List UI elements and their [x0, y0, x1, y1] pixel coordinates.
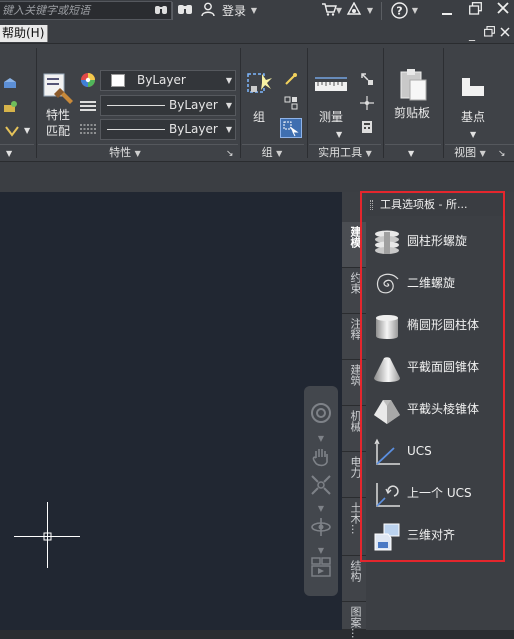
chevron-down-icon[interactable]: ▼: [6, 147, 12, 161]
steering-wheel-icon[interactable]: [310, 402, 332, 424]
panel-title-properties[interactable]: 特性 ▼: [90, 145, 160, 161]
group-edit-icon[interactable]: [284, 96, 298, 114]
color-wheel-icon[interactable]: [80, 72, 96, 88]
lineweight-value: ByLayer: [169, 122, 218, 136]
title-bar: 键入关键字或短语 登录 ▼ ▼ ▼ ? ▼: [0, 0, 514, 22]
chevron-down-icon: ▼: [134, 149, 141, 158]
clipboard-icon[interactable]: [398, 68, 428, 102]
quick-select-icon[interactable]: [360, 72, 374, 90]
panel-divider: [240, 48, 241, 158]
panel-footer: [0, 144, 34, 145]
highlight-box: [360, 191, 505, 562]
match-properties-label-1[interactable]: 特性: [40, 108, 76, 122]
panel-divider: [36, 48, 37, 158]
layer-state-icon[interactable]: [2, 100, 18, 118]
chevron-down-icon[interactable]: ▼: [335, 2, 343, 20]
chevron-down-icon: ▼: [225, 101, 232, 110]
chevron-down-icon: ▼: [479, 149, 486, 158]
ribbon: ▼ ▼ 特性 匹配 ByLayer ▼ ByLayer ▼ ByLayer ▼ …: [0, 44, 514, 162]
help-icon[interactable]: ?: [390, 2, 408, 20]
group-label[interactable]: 组: [248, 110, 270, 124]
linetype-dropdown[interactable]: ByLayer ▼: [100, 95, 236, 116]
panel-launcher-icon[interactable]: ↘: [498, 147, 506, 161]
panel-title-utilities[interactable]: 实用工具 ▼: [310, 145, 380, 161]
search-input[interactable]: 键入关键字或短语: [0, 1, 172, 20]
match-properties-label-2[interactable]: 匹配: [40, 124, 76, 138]
line-preview: [107, 105, 165, 106]
color-value: ByLayer: [137, 73, 186, 87]
svg-text:?: ?: [396, 5, 402, 18]
zoom-extents-icon[interactable]: [310, 474, 332, 496]
divider: [381, 2, 382, 20]
tab-hatches[interactable]: 图案...: [342, 602, 366, 639]
lineweight-dropdown[interactable]: ByLayer ▼: [100, 119, 236, 140]
orbit-icon[interactable]: [310, 516, 332, 538]
chevron-down-icon: ▼: [365, 149, 372, 158]
linetype-value: ByLayer: [169, 98, 218, 112]
lineweight-icon[interactable]: [80, 122, 96, 136]
clipboard-label[interactable]: 剪贴板: [388, 106, 436, 120]
panel-title-group[interactable]: 组 ▼: [254, 145, 290, 161]
a360-icon[interactable]: [345, 1, 363, 20]
measure-icon[interactable]: [314, 74, 348, 98]
group-select-toggle[interactable]: [280, 118, 302, 138]
close-icon[interactable]: [494, 2, 512, 20]
panel-footer: [385, 144, 441, 145]
layer-iso-icon[interactable]: [4, 124, 20, 142]
menu-help[interactable]: 帮助(H): [0, 25, 48, 42]
linetype-icon[interactable]: [80, 98, 96, 112]
menu-bar: 帮助(H) _: [0, 22, 514, 44]
chevron-down-icon[interactable]: ▼: [24, 124, 30, 138]
crosshair-cursor: [14, 502, 80, 568]
login-label[interactable]: 登录: [222, 2, 246, 20]
measure-label[interactable]: 测量: [314, 110, 348, 124]
panel-divider: [383, 48, 384, 158]
color-swatch: [111, 74, 125, 87]
binoculars-icon[interactable]: [176, 2, 194, 20]
panel-launcher-icon[interactable]: ↘: [226, 147, 234, 161]
navigation-bar: ▼ ▼ ▼: [304, 386, 338, 596]
binoculars-icon[interactable]: [152, 2, 170, 20]
restore-icon[interactable]: [466, 2, 484, 20]
user-icon[interactable]: [200, 2, 216, 20]
minimize-icon[interactable]: [438, 2, 456, 20]
point-icon[interactable]: [360, 96, 374, 114]
ungroup-icon[interactable]: [284, 72, 298, 90]
line-preview: [107, 129, 165, 130]
chevron-down-icon[interactable]: ▼: [250, 2, 258, 20]
panel-divider: [307, 48, 308, 158]
chevron-down-icon: ▼: [225, 76, 232, 85]
chevron-down-icon[interactable]: ▼: [336, 128, 342, 142]
calculator-icon[interactable]: [360, 120, 374, 138]
minimize-icon[interactable]: _: [466, 25, 478, 43]
group-icon[interactable]: [244, 70, 274, 102]
showmotion-icon[interactable]: [310, 556, 332, 578]
pan-hand-icon[interactable]: [310, 446, 332, 468]
layer-tool-icon[interactable]: [2, 76, 18, 94]
restore-icon[interactable]: [482, 25, 496, 43]
panel-divider: [443, 48, 444, 158]
panel-title-view[interactable]: 视图 ▼: [446, 145, 494, 161]
divider: [172, 2, 173, 20]
close-icon[interactable]: [498, 25, 512, 43]
chevron-down-icon[interactable]: ▼: [470, 128, 476, 142]
chevron-down-icon[interactable]: ▼: [408, 147, 414, 161]
match-properties-icon[interactable]: [42, 72, 74, 106]
chevron-down-icon[interactable]: ▼: [366, 2, 374, 20]
file-tabs-strip: [0, 162, 514, 192]
base-point-label[interactable]: 基点: [452, 110, 494, 124]
tab-structural[interactable]: 结构: [342, 556, 366, 602]
base-point-icon[interactable]: [458, 74, 488, 100]
chevron-down-icon: ▼: [276, 149, 283, 158]
chevron-down-icon[interactable]: ▼: [411, 2, 419, 20]
chevron-down-icon: ▼: [225, 125, 232, 134]
color-dropdown[interactable]: ByLayer ▼: [100, 70, 236, 91]
